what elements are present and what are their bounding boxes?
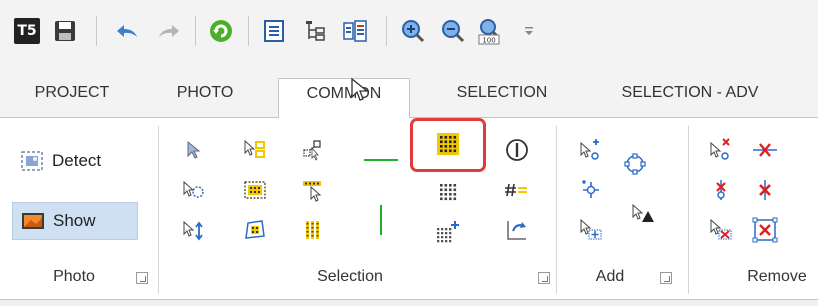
select-row-icon[interactable] bbox=[296, 174, 330, 206]
quick-access-toolbar: T5 100 bbox=[0, 0, 818, 66]
list-view-icon[interactable] bbox=[259, 16, 289, 46]
toolbar-separator bbox=[386, 16, 387, 46]
undo-icon[interactable] bbox=[112, 16, 142, 46]
toolbar-separator bbox=[248, 16, 249, 46]
detect-icon bbox=[20, 150, 44, 172]
details-icon[interactable] bbox=[340, 16, 370, 46]
customize-icon[interactable] bbox=[514, 16, 544, 46]
ribbon-panel: Detect Show Photo Selection Add Remove bbox=[0, 118, 818, 300]
remove-cross-point-icon[interactable] bbox=[704, 174, 738, 206]
toolbar-separator bbox=[96, 16, 97, 46]
app-logo-icon[interactable]: T5 bbox=[12, 16, 42, 46]
select-column-icon[interactable] bbox=[296, 214, 330, 246]
tab-project[interactable]: PROJECT bbox=[16, 78, 128, 118]
add-cross-point-icon[interactable] bbox=[574, 174, 608, 206]
photo-group-launcher-icon[interactable] bbox=[136, 272, 148, 284]
select-group-icon[interactable] bbox=[238, 134, 272, 166]
show-label: Show bbox=[53, 211, 96, 230]
remove-vertical-icon[interactable] bbox=[748, 174, 782, 206]
group-separator bbox=[556, 126, 557, 294]
save-icon[interactable] bbox=[50, 16, 80, 46]
select-grid-icon[interactable] bbox=[431, 176, 465, 208]
add-group-launcher-icon[interactable] bbox=[660, 272, 672, 284]
info-circle-icon[interactable] bbox=[500, 134, 534, 166]
remove-group-label: Remove bbox=[747, 268, 807, 285]
vertical-line-icon[interactable] bbox=[364, 204, 398, 236]
add-circle-points-icon[interactable] bbox=[618, 148, 652, 180]
detect-button[interactable]: Detect bbox=[12, 142, 138, 180]
select-polygon-icon[interactable] bbox=[238, 214, 272, 246]
group-separator bbox=[158, 126, 159, 294]
detect-label: Detect bbox=[52, 151, 102, 170]
selection-group-launcher-icon[interactable] bbox=[538, 272, 550, 284]
group-separator bbox=[688, 126, 689, 294]
photo-group-label: Photo bbox=[53, 268, 95, 285]
tab-photo[interactable]: PHOTO bbox=[150, 78, 260, 118]
remove-box-icon[interactable] bbox=[748, 214, 782, 246]
show-photo-icon bbox=[21, 210, 45, 232]
mouse-cursor-icon bbox=[350, 77, 370, 108]
zoom-out-icon[interactable] bbox=[438, 16, 468, 46]
add-to-grid-icon[interactable] bbox=[574, 214, 608, 246]
numbering-icon[interactable] bbox=[500, 174, 534, 206]
show-button[interactable]: Show bbox=[12, 202, 138, 240]
refresh-icon[interactable] bbox=[206, 16, 236, 46]
horizontal-line-icon[interactable] bbox=[364, 144, 398, 176]
tab-selection-label: SELECTION bbox=[456, 84, 548, 101]
add-marker-icon[interactable] bbox=[626, 198, 660, 230]
tab-photo-label: PHOTO bbox=[176, 84, 234, 101]
select-box-icon[interactable] bbox=[238, 174, 272, 206]
add-group-label: Add bbox=[595, 268, 625, 285]
tree-view-icon[interactable] bbox=[300, 16, 330, 46]
app-logo-text: T5 bbox=[17, 23, 37, 39]
add-grid-icon[interactable] bbox=[431, 216, 465, 248]
tab-selection[interactable]: SELECTION bbox=[432, 78, 572, 118]
tab-project-label: PROJECT bbox=[34, 84, 110, 101]
add-point-icon[interactable] bbox=[574, 134, 608, 166]
select-arrow-icon[interactable] bbox=[176, 134, 210, 166]
rotate-selection-icon[interactable] bbox=[500, 214, 534, 246]
tab-common[interactable]: COMMON bbox=[278, 78, 410, 119]
toolbar-separator bbox=[195, 16, 196, 46]
tab-selection-adv[interactable]: SELECTION - ADV bbox=[590, 78, 790, 118]
remove-point-icon[interactable] bbox=[704, 134, 738, 166]
select-pair-icon[interactable] bbox=[296, 134, 330, 166]
redo-icon[interactable] bbox=[154, 16, 184, 46]
ribbon-tab-strip: PROJECT PHOTO COMMON SELECTION SELECTION… bbox=[0, 66, 818, 119]
tab-common-label: COMMON bbox=[306, 85, 382, 102]
select-all-icon[interactable] bbox=[431, 128, 465, 160]
remove-cross-icon[interactable] bbox=[748, 134, 782, 166]
zoom-100-text: 100 bbox=[482, 37, 495, 45]
remove-from-grid-icon[interactable] bbox=[704, 214, 738, 246]
zoom-100-icon[interactable]: 100 bbox=[475, 16, 505, 46]
selection-group-label: Selection bbox=[317, 268, 383, 285]
tab-selection-adv-label: SELECTION - ADV bbox=[621, 84, 759, 101]
ribbon-bottom-border bbox=[0, 299, 818, 306]
select-move-icon[interactable] bbox=[176, 214, 210, 246]
zoom-in-icon[interactable] bbox=[398, 16, 428, 46]
select-lasso-icon[interactable] bbox=[176, 174, 210, 206]
